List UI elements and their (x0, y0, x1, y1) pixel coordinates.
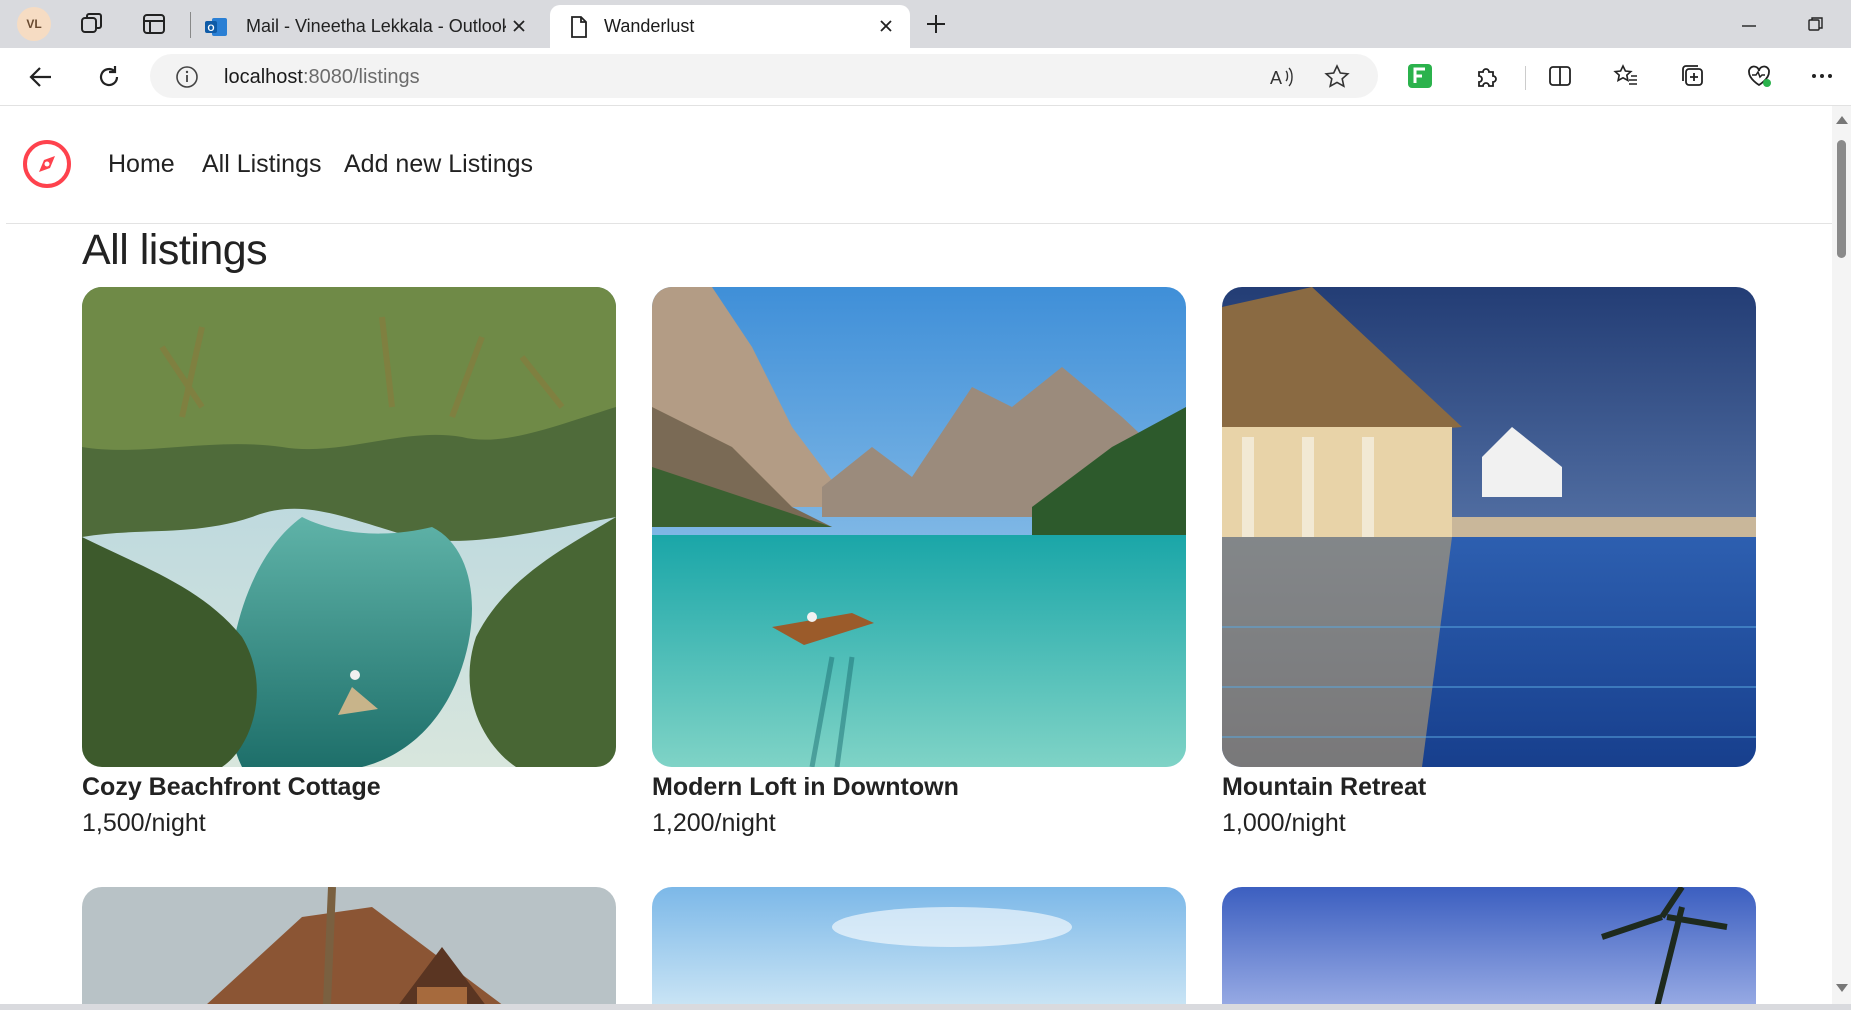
compass-icon[interactable] (22, 139, 72, 189)
nav-link-all-listings[interactable]: All Listings (202, 150, 322, 179)
nav-link-add-new-listings[interactable]: Add new Listings (344, 150, 533, 179)
svg-text:O: O (207, 23, 214, 33)
extensions-puzzle-icon[interactable] (1473, 62, 1501, 90)
close-icon[interactable] (876, 16, 896, 36)
outlook-icon: O (204, 15, 228, 39)
new-tab-plus-icon[interactable] (922, 10, 950, 38)
listing-price: 1,500/night (82, 809, 206, 837)
listing-image[interactable] (82, 287, 616, 767)
favorite-star-icon[interactable] (1323, 63, 1351, 91)
site-navbar: Home All Listings Add new Listings (6, 106, 1832, 224)
nav-link-home[interactable]: Home (108, 150, 175, 179)
scroll-down-icon[interactable] (1836, 984, 1848, 992)
reload-icon[interactable] (94, 62, 124, 92)
page-scrollbar[interactable] (1832, 106, 1851, 1004)
back-arrow-icon[interactable] (26, 62, 56, 92)
listing-image[interactable] (82, 887, 616, 1004)
close-icon[interactable] (509, 16, 529, 36)
browser-tab-bar: VL O Mail - Vineetha Lekkala - Outlook W… (0, 0, 1851, 48)
listing-card[interactable]: Cozy Beachfront Cottage 1,500/night (82, 287, 616, 838)
restore-icon[interactable] (1802, 10, 1830, 38)
browser-toolbar: localhost:8080/listings A (0, 48, 1851, 106)
split-screen-icon[interactable] (1546, 62, 1574, 90)
tab-separator (190, 12, 191, 38)
listing-price: 1,200/night (652, 809, 776, 837)
read-aloud-icon[interactable]: A (1268, 64, 1296, 90)
profile-avatar[interactable]: VL (17, 7, 51, 41)
favorites-list-icon[interactable] (1612, 62, 1640, 90)
listing-title: Mountain Retreat (1222, 773, 1427, 801)
listing-title: Modern Loft in Downtown (652, 773, 959, 801)
workspaces-icon[interactable] (78, 10, 106, 38)
toolbar-separator (1525, 66, 1526, 90)
svg-text:A: A (1270, 68, 1282, 88)
extension-feedly-icon[interactable] (1406, 62, 1434, 90)
scroll-up-icon[interactable] (1836, 116, 1848, 124)
address-bar[interactable]: localhost:8080/listings A (150, 54, 1378, 98)
listing-card[interactable] (82, 887, 616, 1004)
listing-image[interactable] (1222, 887, 1756, 1004)
window-bottom-edge (0, 1004, 1851, 1010)
web-page: Home All Listings Add new Listings All l… (6, 106, 1832, 1004)
listing-card[interactable]: Modern Loft in Downtown 1,200/night (652, 287, 1186, 838)
url-text[interactable]: localhost:8080/listings (224, 66, 420, 89)
scroll-thumb[interactable] (1837, 140, 1846, 258)
vertical-tabs-icon[interactable] (140, 10, 168, 38)
page-icon (568, 15, 590, 39)
listing-image[interactable] (652, 287, 1186, 767)
browser-essentials-icon[interactable] (1745, 62, 1773, 90)
minimize-icon[interactable] (1735, 10, 1763, 38)
tab-title: Wanderlust (604, 16, 695, 36)
listing-image[interactable] (1222, 287, 1756, 767)
listing-price: 1,000/night (1222, 809, 1346, 837)
listing-card[interactable] (652, 887, 1186, 1004)
listing-title: Cozy Beachfront Cottage (82, 773, 381, 801)
tab-title: Mail - Vineetha Lekkala - Outlook (246, 16, 506, 36)
listing-card[interactable]: Mountain Retreat 1,000/night (1222, 287, 1756, 838)
listing-card[interactable] (1222, 887, 1756, 1004)
collections-icon[interactable] (1679, 62, 1707, 90)
listing-image[interactable] (652, 887, 1186, 1004)
tab-outlook-mail[interactable]: O Mail - Vineetha Lekkala - Outlook (200, 5, 543, 48)
url-host: localhost (224, 66, 303, 88)
page-title: All listings (82, 226, 268, 274)
tab-wanderlust[interactable]: Wanderlust (550, 5, 910, 48)
site-info-icon[interactable] (174, 64, 200, 90)
more-options-icon[interactable] (1808, 62, 1836, 90)
url-path: :8080/listings (302, 66, 420, 88)
